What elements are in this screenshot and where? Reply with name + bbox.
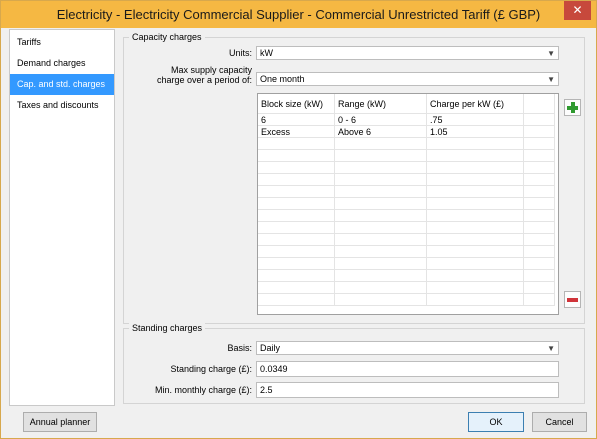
empty-row	[258, 161, 555, 174]
cell-charge[interactable]: .75	[426, 113, 524, 126]
minus-icon	[567, 298, 578, 302]
empty-row	[258, 269, 555, 282]
column-header-empty	[523, 94, 555, 114]
empty-row	[258, 137, 555, 150]
units-label: Units:	[228, 48, 252, 58]
empty-row	[258, 293, 555, 306]
chevron-down-icon: ▼	[547, 49, 555, 58]
capacity-charges-table[interactable]: Block size (kW) Range (kW) Charge per kW…	[257, 93, 559, 315]
standing-charge-input[interactable]: 0.0349	[256, 361, 559, 377]
table-row[interactable]: 6 0 - 6 .75	[258, 113, 555, 126]
close-button[interactable]: ✕	[564, 1, 591, 20]
empty-row	[258, 173, 555, 186]
sidebar: Tariffs Demand charges Cap. and std. cha…	[9, 29, 115, 406]
column-header-block-size[interactable]: Block size (kW)	[258, 94, 335, 114]
empty-row	[258, 257, 555, 270]
empty-row	[258, 221, 555, 234]
empty-row	[258, 185, 555, 198]
cell-charge[interactable]: 1.05	[426, 125, 524, 138]
cancel-button[interactable]: Cancel	[532, 412, 587, 432]
units-select[interactable]: kW ▼	[256, 46, 559, 60]
cell-empty	[523, 125, 555, 138]
dialog-window: Electricity - Electricity Commercial Sup…	[0, 0, 597, 439]
standing-charge-label: Standing charge (£):	[170, 364, 252, 374]
basis-value: Daily	[260, 343, 281, 353]
sidebar-item-taxes-and-discounts[interactable]: Taxes and discounts	[10, 95, 114, 116]
period-label-line1: Max supply capacity	[170, 65, 252, 75]
sidebar-item-tariffs[interactable]: Tariffs	[10, 32, 114, 53]
capacity-charges-title: Capacity charges	[129, 32, 205, 42]
close-icon: ✕	[572, 3, 583, 17]
cell-range[interactable]: 0 - 6	[334, 113, 427, 126]
empty-row	[258, 281, 555, 294]
sidebar-item-demand-charges[interactable]: Demand charges	[10, 53, 114, 74]
chevron-down-icon: ▼	[547, 344, 555, 353]
column-header-range[interactable]: Range (kW)	[334, 94, 427, 114]
min-monthly-charge-label: Min. monthly charge (£):	[154, 385, 252, 395]
standing-charges-title: Standing charges	[129, 323, 206, 333]
period-select[interactable]: One month ▼	[256, 72, 559, 86]
period-label-line2: charge over a period of:	[156, 75, 252, 85]
chevron-down-icon: ▼	[547, 75, 555, 84]
empty-row	[258, 233, 555, 246]
cell-block-size[interactable]: Excess	[258, 125, 335, 138]
empty-row	[258, 197, 555, 210]
remove-row-button[interactable]	[564, 291, 581, 308]
table-header-row: Block size (kW) Range (kW) Charge per kW…	[258, 94, 555, 114]
period-label: Max supply capacity charge over a period…	[131, 65, 252, 85]
min-monthly-charge-input[interactable]: 2.5	[256, 382, 559, 398]
title-bar[interactable]: Electricity - Electricity Commercial Sup…	[1, 1, 596, 28]
cell-block-size[interactable]: 6	[258, 113, 335, 126]
cell-empty	[523, 113, 555, 126]
window-title: Electricity - Electricity Commercial Sup…	[56, 7, 541, 22]
annual-planner-button[interactable]: Annual planner	[23, 412, 97, 432]
period-value: One month	[260, 74, 305, 84]
sidebar-item-cap-and-std-charges[interactable]: Cap. and std. charges	[10, 74, 114, 95]
empty-row	[258, 149, 555, 162]
basis-select[interactable]: Daily ▼	[256, 341, 559, 355]
ok-button[interactable]: OK	[468, 412, 524, 432]
column-header-charge-per-kw[interactable]: Charge per kW (£)	[426, 94, 524, 114]
empty-row	[258, 245, 555, 258]
basis-label: Basis:	[227, 343, 252, 353]
empty-row	[258, 209, 555, 222]
table-row[interactable]: Excess Above 6 1.05	[258, 125, 555, 138]
units-value: kW	[260, 48, 273, 58]
cell-range[interactable]: Above 6	[334, 125, 427, 138]
add-row-button[interactable]	[564, 99, 581, 116]
